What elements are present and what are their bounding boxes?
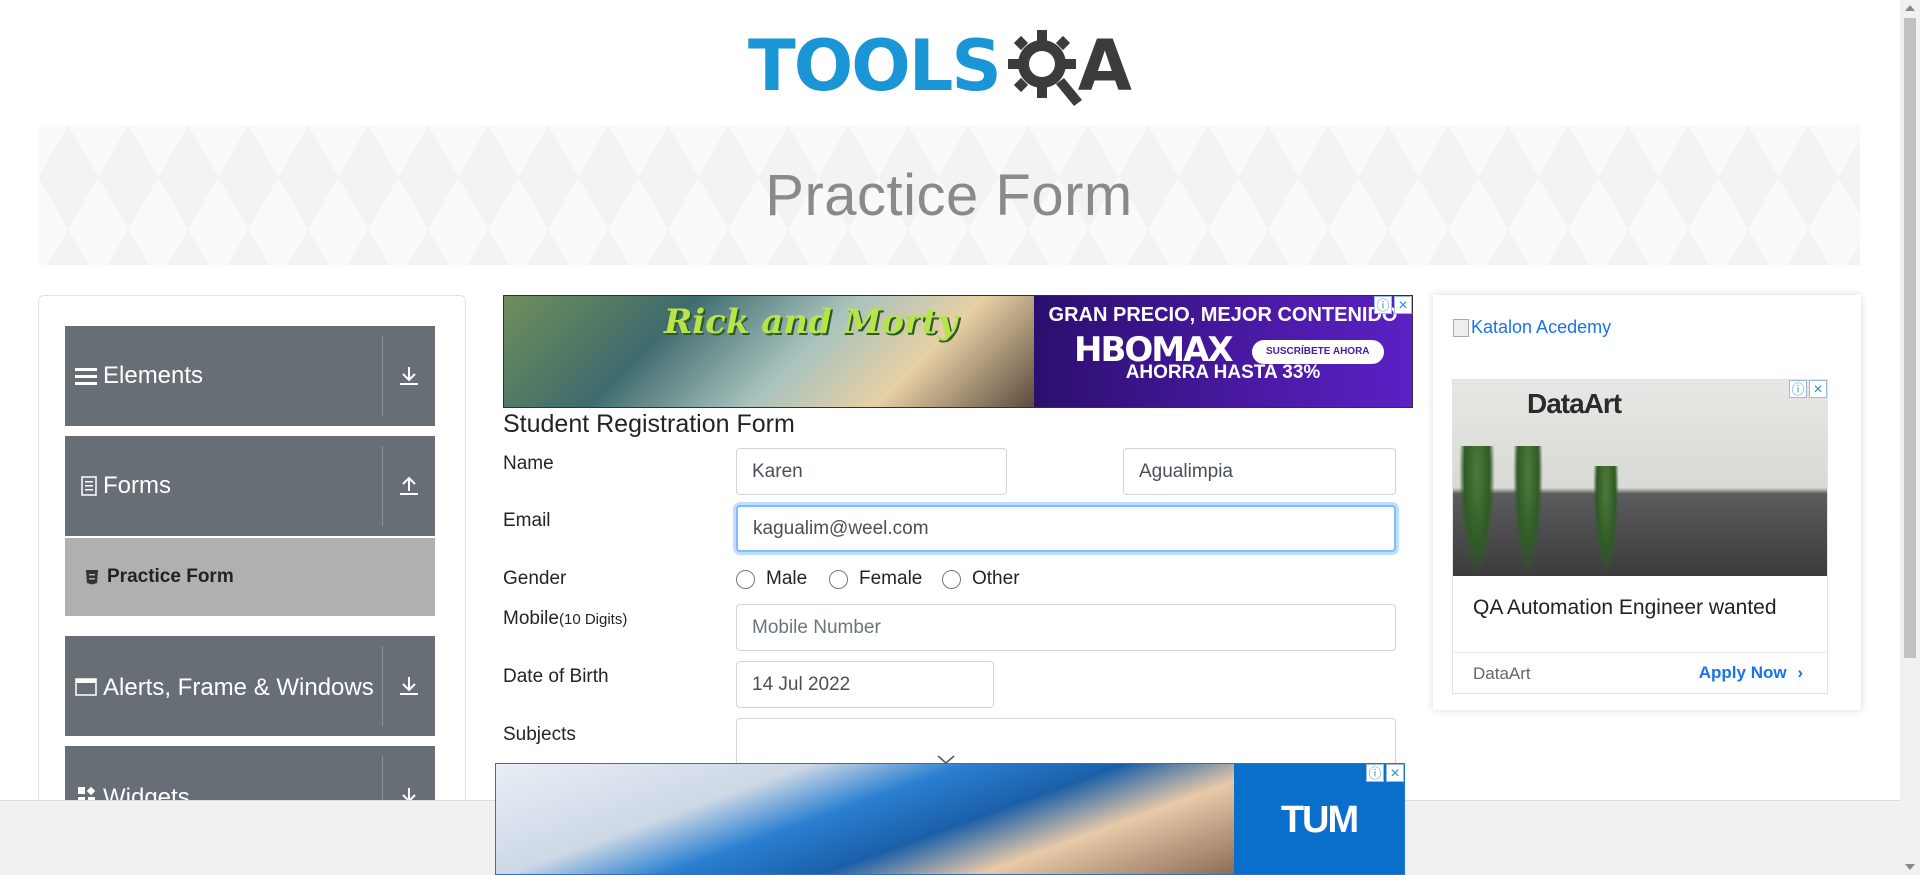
ad-headline: GRAN PRECIO, MEJOR CONTENIDO bbox=[1048, 304, 1398, 326]
mobile-hint: (10 Digits) bbox=[558, 611, 628, 628]
scrollbar-thumb[interactable] bbox=[1904, 18, 1916, 658]
sidebar: Elements Forms Practice Form Alerts, Fra… bbox=[38, 295, 466, 875]
ad-banner-top[interactable]: Rick and Morty GRAN PRECIO, MEJOR CONTEN… bbox=[503, 295, 1413, 408]
dob-label: Date of Birth bbox=[503, 666, 609, 687]
document-icon bbox=[65, 436, 103, 536]
chevron-right-icon: › bbox=[1797, 663, 1803, 682]
close-icon[interactable]: × bbox=[1394, 296, 1412, 314]
ad-photo: DataArt bbox=[1453, 380, 1827, 576]
sidebar-item-practice-form[interactable]: Practice Form bbox=[65, 538, 435, 616]
name-label: Name bbox=[503, 453, 554, 474]
sidebar-group-forms[interactable]: Forms bbox=[65, 436, 435, 536]
mobile-input[interactable] bbox=[736, 604, 1396, 651]
sidebar-group-alerts[interactable]: Alerts, Frame & Windows bbox=[65, 636, 435, 736]
broken-image-icon bbox=[1453, 318, 1469, 337]
plant-decoration bbox=[1593, 466, 1619, 576]
ad-image: Rick and Morty bbox=[504, 296, 1034, 407]
form-heading: Student Registration Form bbox=[503, 410, 795, 438]
hamburger-icon bbox=[65, 326, 103, 426]
date-of-birth-input[interactable] bbox=[736, 661, 994, 708]
window-icon bbox=[65, 636, 103, 736]
gender-radio-female[interactable]: Female bbox=[829, 568, 922, 590]
scroll-down-arrow-icon[interactable] bbox=[1905, 864, 1915, 870]
sidebar-group-elements[interactable]: Elements bbox=[65, 326, 435, 426]
html-icon bbox=[65, 569, 107, 585]
divider bbox=[1453, 652, 1827, 653]
page-title: Practice Form bbox=[765, 162, 1133, 228]
apply-now-label: Apply Now bbox=[1698, 663, 1787, 682]
ad-offer: AHORRA HASTA 33% bbox=[1125, 362, 1321, 383]
gender-radio-other[interactable]: Other bbox=[942, 568, 1020, 590]
close-icon[interactable]: × bbox=[1386, 764, 1404, 782]
radio-circle[interactable] bbox=[942, 569, 961, 589]
toolsqa-logo[interactable]: TOOLS A bbox=[748, 18, 1154, 114]
email-input[interactable] bbox=[736, 505, 1396, 552]
mobile-label-text: Mobile bbox=[503, 608, 559, 629]
gender-label: Gender bbox=[503, 568, 567, 589]
ad-banner-bottom[interactable]: TUM ⓘ × bbox=[495, 763, 1405, 875]
sidebar-item-label: Practice Form bbox=[107, 566, 234, 587]
page-scrollbar[interactable] bbox=[1900, 0, 1920, 875]
plant-decoration bbox=[1513, 446, 1543, 576]
apply-now-button[interactable]: Apply Now › bbox=[1699, 663, 1803, 683]
close-icon[interactable]: × bbox=[1809, 380, 1827, 398]
katalon-academy-link[interactable]: Katalon Acedemy bbox=[1453, 317, 1611, 338]
ad-show-title: Rick and Morty bbox=[664, 302, 958, 342]
right-ad-panel: Katalon Acedemy DataArt ⓘ × QA Automatio… bbox=[1433, 295, 1861, 710]
first-name-input[interactable] bbox=[736, 448, 1007, 495]
radio-label: Female bbox=[859, 568, 923, 589]
dataart-ad[interactable]: DataArt ⓘ × QA Automation Engineer wante… bbox=[1452, 379, 1828, 694]
katalon-link-text: Katalon Acedemy bbox=[1471, 317, 1612, 337]
download-icon[interactable] bbox=[383, 636, 435, 736]
upload-icon[interactable] bbox=[383, 436, 435, 536]
adchoices-icon[interactable]: ⓘ bbox=[1789, 380, 1807, 398]
ad-text-panel: GRAN PRECIO, MEJOR CONTENIDO HBOMAX SUSC… bbox=[1034, 296, 1412, 407]
download-icon[interactable] bbox=[383, 326, 435, 426]
ad-cta-button[interactable]: SUSCRÍBETE AHORA bbox=[1252, 340, 1384, 364]
scroll-up-arrow-icon[interactable] bbox=[1905, 5, 1915, 11]
ad-image bbox=[496, 764, 1236, 874]
page-banner: Practice Form bbox=[38, 125, 1860, 265]
subjects-label: Subjects bbox=[503, 724, 576, 745]
ad-advertiser: DataArt bbox=[1473, 664, 1531, 683]
plant-decoration bbox=[1459, 446, 1495, 576]
radio-label: Male bbox=[766, 568, 808, 589]
mobile-label: Mobile(10 Digits) bbox=[503, 608, 627, 630]
adchoices-icon[interactable]: ⓘ bbox=[1366, 764, 1384, 782]
email-label: Email bbox=[503, 510, 551, 531]
adchoices-icon[interactable]: ⓘ bbox=[1374, 296, 1392, 314]
gear-magnifier-icon bbox=[1004, 26, 1084, 106]
radio-circle[interactable] bbox=[736, 569, 755, 589]
radio-circle[interactable] bbox=[829, 569, 848, 589]
subjects-input[interactable] bbox=[736, 718, 1396, 768]
logo-text-tools: TOOLS bbox=[748, 25, 1002, 107]
last-name-input[interactable] bbox=[1123, 448, 1396, 495]
ad-brand-logo: DataArt bbox=[1527, 388, 1622, 419]
ad-headline[interactable]: QA Automation Engineer wanted bbox=[1473, 596, 1777, 620]
logo-text-a: A bbox=[1077, 25, 1132, 107]
radio-label: Other bbox=[972, 568, 1020, 589]
gender-radio-male[interactable]: Male bbox=[736, 568, 807, 590]
